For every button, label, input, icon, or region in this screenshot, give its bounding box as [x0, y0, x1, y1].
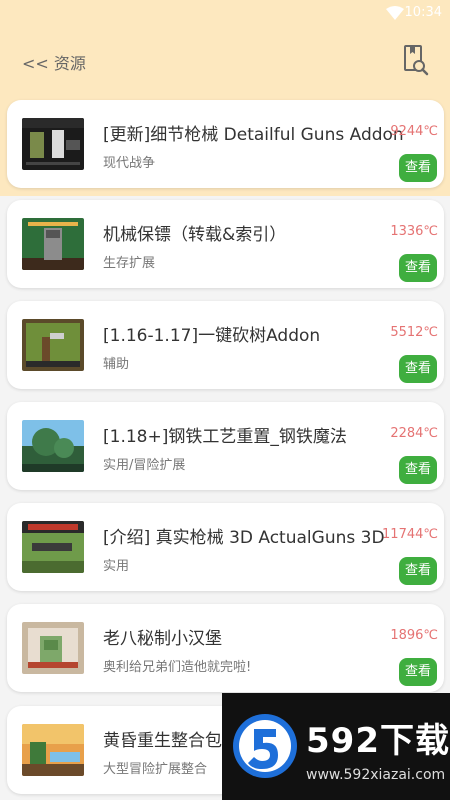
list-item[interactable]: [1.16-1.17]一键砍树Addon 辅助 5512℃ 查看 — [7, 301, 444, 389]
item-heat: 1896℃ — [390, 628, 438, 643]
watermark-brand: 592下载 — [306, 721, 450, 761]
thumbnail-image — [22, 521, 84, 573]
item-heat: 1336℃ — [390, 224, 438, 239]
list-item[interactable]: 机械保镖（转载&索引） 生存扩展 1336℃ 查看 — [7, 200, 444, 288]
item-title: [更新]细节枪械 Detailful Guns Addon — [103, 125, 404, 145]
item-title: 老八秘制小汉堡 — [103, 629, 222, 649]
list-item[interactable]: [更新]细节枪械 Detailful Guns Addon 现代战争 9244℃… — [7, 100, 444, 188]
thumbnail-image — [22, 724, 84, 776]
item-title: [1.16-1.17]一键砍树Addon — [103, 326, 321, 346]
thumbnail-image — [22, 118, 84, 170]
list-item[interactable]: 老八秘制小汉堡 奥利给兄弟们造他就完啦! 1896℃ 查看 — [7, 604, 444, 692]
brand-logo-icon — [233, 714, 297, 778]
item-title: [介绍] 真实枪械 3D ActualGuns 3D — [103, 528, 385, 548]
back-button[interactable]: << 资源 — [22, 50, 86, 74]
item-title: 黄昏重生整合包 — [103, 731, 222, 751]
item-category: 大型冒险扩展整合 — [103, 762, 208, 777]
thumbnail-image — [22, 622, 84, 674]
watermark-overlay: 592下载 www.592xiazai.com — [222, 693, 450, 800]
app-header: << 资源 — [0, 44, 450, 78]
item-heat: 2284℃ — [390, 426, 438, 441]
item-category: 实用/冒险扩展 — [103, 458, 186, 473]
watermark-url: www.592xiazai.com — [306, 767, 446, 783]
search-book-icon[interactable] — [402, 44, 430, 76]
list-item[interactable]: [1.18+]钢铁工艺重置_钢铁魔法 实用/冒险扩展 2284℃ 查看 — [7, 402, 444, 490]
item-title: 机械保镖（转载&索引） — [103, 225, 287, 245]
thumbnail-image — [22, 420, 84, 472]
view-button[interactable]: 查看 — [399, 456, 437, 484]
item-heat: 11744℃ — [382, 527, 438, 542]
view-button[interactable]: 查看 — [399, 355, 437, 383]
item-heat: 9244℃ — [390, 124, 438, 139]
status-time: 10:34 — [404, 5, 442, 20]
list-item[interactable]: [介绍] 真实枪械 3D ActualGuns 3D 实用 11744℃ 查看 — [7, 503, 444, 591]
view-button[interactable]: 查看 — [399, 557, 437, 585]
item-heat: 5512℃ — [390, 325, 438, 340]
view-button[interactable]: 查看 — [399, 658, 437, 686]
item-category: 奥利给兄弟们造他就完啦! — [103, 660, 252, 675]
item-category: 辅助 — [103, 357, 130, 372]
view-button[interactable]: 查看 — [399, 254, 437, 282]
wifi-icon — [386, 6, 404, 20]
item-title: [1.18+]钢铁工艺重置_钢铁魔法 — [103, 427, 347, 447]
status-bar: 10:34 — [0, 0, 450, 26]
thumbnail-image — [22, 319, 84, 371]
item-category: 实用 — [103, 559, 130, 574]
thumbnail-image — [22, 218, 84, 270]
view-button[interactable]: 查看 — [399, 154, 437, 182]
item-category: 现代战争 — [103, 156, 156, 171]
item-category: 生存扩展 — [103, 256, 156, 271]
